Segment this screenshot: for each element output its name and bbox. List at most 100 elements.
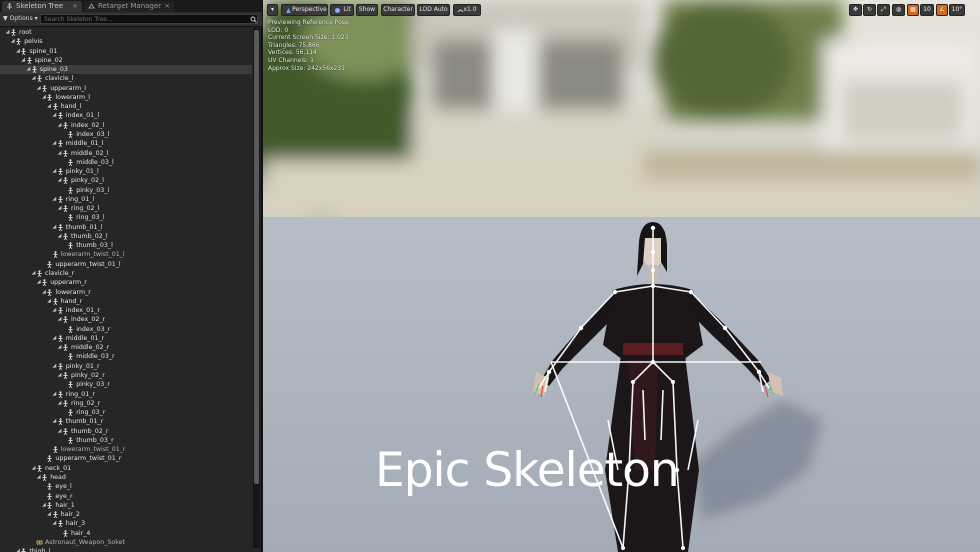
bone-icon (42, 84, 47, 92)
tree-row[interactable]: index_03_r (0, 325, 252, 334)
tree-row[interactable]: ◢ spine_01 (0, 47, 252, 56)
tree-row[interactable]: ◢ middle_01_l (0, 139, 252, 148)
tree-row[interactable]: ◢ lowerarm_l (0, 93, 252, 102)
tree-row[interactable]: ◢ pinky_02_l (0, 176, 252, 185)
tree-row[interactable]: ring_03_r (0, 408, 252, 417)
tree-row[interactable]: ◢ hand_l (0, 102, 252, 111)
bone-label: upperarm_r (50, 279, 87, 287)
tree-row[interactable]: upperarm_twist_01_l (0, 260, 252, 269)
tree-row[interactable]: ◢ upperarm_l (0, 84, 252, 93)
tree-row[interactable]: ◢ root (0, 28, 252, 37)
tree-row[interactable]: ◢ ring_01_r (0, 390, 252, 399)
tree-row[interactable]: thumb_03_l (0, 241, 252, 250)
tab-retarget-manager[interactable]: Retarget Manager × (84, 1, 174, 12)
tree-row[interactable]: ◢ ring_02_l (0, 204, 252, 213)
tree-row[interactable]: ◢ neck_01 (0, 464, 252, 473)
scale-icon[interactable]: ⤢ (877, 4, 890, 16)
bone-icon (47, 260, 53, 268)
search-input[interactable] (40, 14, 258, 24)
tree-scrollbar[interactable] (253, 28, 260, 548)
tree-row[interactable]: ◢ hand_r (0, 297, 252, 306)
tree-row[interactable]: lowerarm_twist_01_l (0, 250, 252, 259)
angle-snap-icon[interactable]: ∠ (936, 4, 948, 16)
tree-row[interactable]: ◢ thumb_02_r (0, 427, 252, 436)
bone-label: middle_02_r (71, 344, 110, 352)
playback-speed-button[interactable]: x1.0 (453, 4, 481, 16)
tab-skeleton-tree[interactable]: Skeleton Tree × (2, 1, 82, 12)
tree-row[interactable]: ◢ pinky_01_l (0, 167, 252, 176)
tree-row[interactable]: ◢ middle_02_l (0, 149, 252, 158)
tree-row[interactable]: ◢ pinky_01_r (0, 362, 252, 371)
world-space-icon[interactable]: ◍ (892, 4, 905, 16)
bone-icon (63, 149, 68, 157)
tree-row[interactable]: pinky_03_r (0, 380, 252, 389)
character-button[interactable]: Character (381, 4, 415, 16)
tree-row[interactable]: ◢ thumb_01_l (0, 223, 252, 232)
tree-row[interactable]: ◢ clavicle_r (0, 269, 252, 278)
tree-row[interactable]: ◢ ring_02_r (0, 399, 252, 408)
close-icon[interactable]: × (164, 1, 170, 12)
bone-icon (52, 446, 58, 454)
tree-row[interactable]: upperarm_twist_01_r (0, 454, 252, 463)
lod-button[interactable]: LOD Auto (417, 4, 450, 16)
tree-row[interactable]: middle_03_r (0, 352, 252, 361)
tree-row[interactable]: pinky_03_l (0, 186, 252, 195)
bone-label: clavicle_r (45, 270, 75, 278)
tree-row[interactable]: index_03_l (0, 130, 252, 139)
translate-icon[interactable]: ✥ (849, 4, 862, 16)
rotate-icon[interactable]: ↻ (863, 4, 876, 16)
bone-label: hair_1 (55, 501, 75, 509)
tree-row[interactable]: ◢ ring_01_l (0, 195, 252, 204)
filter-icon: ▼ (3, 15, 8, 22)
tree-row[interactable]: lowerarm_twist_01_r (0, 445, 252, 454)
tree-row[interactable]: thumb_03_r (0, 436, 252, 445)
tree-row[interactable]: ◢ upperarm_r (0, 278, 252, 287)
tree-row[interactable]: ◢ middle_02_r (0, 343, 252, 352)
tree-row[interactable]: ◢ hair_1 (0, 501, 252, 510)
tree-row[interactable]: ◢ index_01_r (0, 306, 252, 315)
tree-row[interactable]: ◢ spine_02 (0, 56, 252, 65)
viewport-toolbar: ▾ Perspective Lit Show Character LOD Aut… (263, 0, 980, 72)
tree-row[interactable]: ◢ spine_03 (0, 65, 252, 75)
tree-row[interactable]: ◢ thumb_01_r (0, 417, 252, 426)
lit-button[interactable]: Lit (330, 4, 354, 16)
tree-row[interactable]: ◢ index_02_r (0, 315, 252, 324)
tree-row[interactable]: ◢ lowerarm_r (0, 288, 252, 297)
tree-row[interactable]: ◢ pelvis (0, 37, 252, 46)
grid-snap-value[interactable]: 10 (920, 4, 934, 16)
viewport-menu-button[interactable]: ▾ (267, 4, 278, 16)
search-icon[interactable] (250, 16, 257, 23)
tree-row[interactable]: ◢ index_02_l (0, 121, 252, 130)
bone-label: hand_r (60, 297, 83, 305)
tree-row[interactable]: ◢ middle_01_r (0, 334, 252, 343)
close-icon[interactable]: × (72, 1, 78, 12)
tree-row[interactable]: ◢ head (0, 473, 252, 482)
tree-row[interactable]: ◢ hair_3 (0, 519, 252, 528)
bone-label: pinky_03_l (76, 186, 110, 194)
tree-row[interactable]: Astronaut_Weapon_Soket (0, 538, 252, 547)
lit-icon (335, 8, 340, 13)
bone-label: middle_03_r (76, 353, 115, 361)
angle-snap-value[interactable]: 10° (949, 4, 965, 16)
tree-row[interactable]: ◢ index_01_l (0, 111, 252, 120)
perspective-button[interactable]: Perspective (281, 4, 328, 16)
tree-row[interactable]: hair_4 (0, 529, 252, 538)
show-button[interactable]: Show (356, 4, 378, 16)
preview-viewport[interactable]: ▾ Perspective Lit Show Character LOD Aut… (263, 0, 980, 552)
tree-row[interactable]: ring_03_l (0, 213, 252, 222)
bone-label: middle_03_l (76, 158, 114, 166)
tree-row[interactable]: middle_03_l (0, 158, 252, 167)
tree-row[interactable]: ◢ thumb_02_l (0, 232, 252, 241)
options-dropdown[interactable]: ▼ Options ▾ (3, 14, 38, 24)
tree-row[interactable]: ◢ clavicle_l (0, 74, 252, 83)
tree-row[interactable]: eye_l (0, 482, 252, 491)
tree-row[interactable]: ◢ pinky_02_r (0, 371, 252, 380)
scrollbar-thumb[interactable] (254, 30, 259, 484)
tree-row[interactable]: eye_r (0, 492, 252, 501)
tree-row[interactable]: ◢ hair_2 (0, 510, 252, 519)
tree-row[interactable]: ◢ thigh_l (0, 547, 252, 552)
bone-icon (68, 353, 73, 361)
bone-label: lowerarm_twist_01_r (60, 446, 126, 454)
grid-snap-icon[interactable]: ▦ (907, 4, 919, 16)
bone-icon (63, 529, 68, 537)
